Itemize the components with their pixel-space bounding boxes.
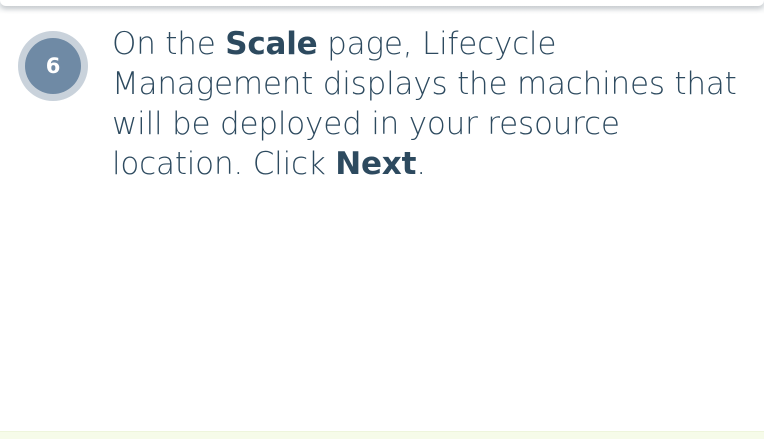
- top-panel-edge: [0, 0, 764, 14]
- step-number-badge: 6: [18, 31, 88, 101]
- step-number: 6: [25, 38, 81, 94]
- scale-page-name: Scale: [225, 26, 318, 62]
- step-text-part: .: [416, 146, 426, 182]
- step-text-part: On the: [112, 26, 226, 62]
- instruction-page: 6 On the Scale page, Lifecycle Managemen…: [0, 0, 764, 439]
- step-instruction-text: On the Scale page, Lifecycle Management …: [112, 24, 752, 184]
- bottom-panel-edge: [0, 431, 764, 439]
- next-button-name: Next: [335, 146, 417, 182]
